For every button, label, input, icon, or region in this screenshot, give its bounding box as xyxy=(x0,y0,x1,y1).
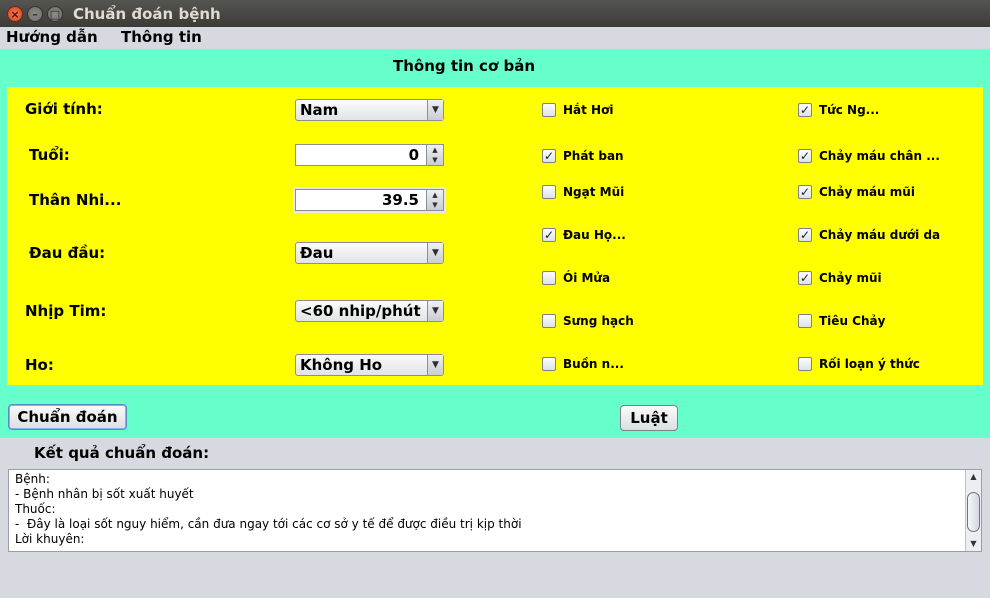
cough-label: Ho: xyxy=(25,356,54,374)
symptom-sneeze[interactable]: Hắt Hơi xyxy=(542,101,613,119)
result-line: Thuốc: xyxy=(15,502,56,516)
checkbox-icon[interactable] xyxy=(542,185,556,199)
symptom-gum-bleeding[interactable]: ✓ Chảy máu chân ... xyxy=(798,147,940,165)
spin-up-icon[interactable]: ▲ xyxy=(427,190,443,200)
symptom-label: Tiêu Chảy xyxy=(819,314,886,328)
symptom-stuffy-nose[interactable]: Ngạt Mũi xyxy=(542,183,624,201)
checkbox-icon[interactable] xyxy=(542,357,556,371)
menu-thong-tin[interactable]: Thông tin xyxy=(121,28,202,46)
result-line: - Đây là loại sốt nguy hiểm, cần đưa nga… xyxy=(15,517,522,531)
symptom-label: Chảy mũi xyxy=(819,271,882,285)
gender-label: Giới tính: xyxy=(25,100,103,118)
temperature-spinner[interactable]: 39.5 ▲ ▼ xyxy=(295,189,444,211)
section-title: Thông tin cơ bản xyxy=(392,57,536,75)
rules-button[interactable]: Luật xyxy=(620,405,678,431)
symptom-label: Chảy máu mũi xyxy=(819,185,915,199)
age-spinner[interactable]: 0 ▲ ▼ xyxy=(295,144,444,166)
spin-up-icon[interactable]: ▲ xyxy=(427,145,443,155)
symptom-consciousness-disorder[interactable]: Rối loạn ý thức xyxy=(798,355,920,373)
heart-rate-label: Nhịp Tim: xyxy=(25,302,107,320)
symptom-label: Buồn n... xyxy=(563,357,624,371)
menu-huong-dan[interactable]: Hướng dẫn xyxy=(6,28,98,46)
checkbox-icon[interactable] xyxy=(798,357,812,371)
gender-value: Nam xyxy=(300,101,339,119)
symptom-label: Đau Họ... xyxy=(563,228,626,242)
symptom-vomit[interactable]: Ói Mửa xyxy=(542,269,610,287)
checkbox-icon[interactable]: ✓ xyxy=(798,103,812,117)
gender-select[interactable]: Nam ▼ xyxy=(295,99,444,121)
symptom-subcutaneous-bleeding[interactable]: ✓ Chảy máu dưới da xyxy=(798,226,940,244)
symptom-label: Sưng hạch xyxy=(563,314,634,328)
checkbox-icon[interactable]: ✓ xyxy=(798,228,812,242)
symptom-nosebleed[interactable]: ✓ Chảy máu mũi xyxy=(798,183,915,201)
symptom-label: Chảy máu dưới da xyxy=(819,228,941,242)
window-title: Chuẩn đoán bệnh xyxy=(73,5,221,23)
chevron-down-icon: ▼ xyxy=(427,243,443,263)
minimize-window-button[interactable]: – xyxy=(27,6,43,22)
scroll-down-icon[interactable]: ▼ xyxy=(966,538,981,550)
symptom-rash[interactable]: ✓ Phát ban xyxy=(542,147,624,165)
heart-rate-value: <60 nhip/phút xyxy=(300,302,421,320)
headache-select[interactable]: Đau ▼ xyxy=(295,242,444,264)
title-bar: × – □ Chuẩn đoán bệnh xyxy=(0,0,990,27)
spinner-buttons[interactable]: ▲ ▼ xyxy=(426,145,443,165)
checkbox-icon[interactable] xyxy=(542,103,556,117)
symptom-sore-throat[interactable]: ✓ Đau Họ... xyxy=(542,226,626,244)
result-textarea[interactable]: Bệnh: - Bệnh nhân bị sốt xuất huyết Thuố… xyxy=(8,469,982,552)
temperature-label: Thân Nhi... xyxy=(29,191,122,209)
checkbox-icon[interactable]: ✓ xyxy=(798,271,812,285)
result-line: Bệnh: xyxy=(15,472,50,486)
cough-select[interactable]: Không Ho ▼ xyxy=(295,354,444,376)
temperature-value: 39.5 xyxy=(381,191,419,209)
result-line: - Bệnh nhân bị sốt xuất huyết xyxy=(15,487,194,501)
checkbox-icon[interactable] xyxy=(542,271,556,285)
symptom-runny-nose[interactable]: ✓ Chảy mũi xyxy=(798,269,882,287)
age-value: 0 xyxy=(408,146,419,164)
heart-rate-select[interactable]: <60 nhip/phút ▼ xyxy=(295,300,444,322)
menu-bar: Hướng dẫn Thông tin xyxy=(0,27,990,49)
checkbox-icon[interactable]: ✓ xyxy=(798,185,812,199)
symptom-label: Ngạt Mũi xyxy=(563,185,625,199)
maximize-window-button[interactable]: □ xyxy=(47,6,63,22)
checkbox-icon[interactable]: ✓ xyxy=(542,149,556,163)
checkbox-icon[interactable]: ✓ xyxy=(798,149,812,163)
checkbox-icon[interactable] xyxy=(542,314,556,328)
vertical-scrollbar[interactable]: ▲ ▼ xyxy=(965,470,981,551)
symptom-label: Phát ban xyxy=(563,149,624,163)
scrollbar-thumb[interactable] xyxy=(967,492,980,532)
symptom-label: Hắt Hơi xyxy=(563,103,614,117)
symptom-label: Rối loạn ý thức xyxy=(819,357,920,371)
checkbox-icon[interactable]: ✓ xyxy=(542,228,556,242)
cough-value: Không Ho xyxy=(300,356,383,374)
headache-label: Đau đầu: xyxy=(29,244,106,262)
headache-value: Đau xyxy=(300,244,334,262)
scroll-up-icon[interactable]: ▲ xyxy=(966,471,981,483)
form-area: Giới tính: Nam ▼ Tuổi: 0 ▲ ▼ Thân Nhi...… xyxy=(7,87,983,385)
spin-down-icon[interactable]: ▼ xyxy=(427,155,443,165)
symptom-nausea[interactable]: Buồn n... xyxy=(542,355,624,373)
symptom-chest-tightness[interactable]: ✓ Tức Ng... xyxy=(798,101,879,119)
symptom-label: Ói Mửa xyxy=(563,271,611,285)
age-label: Tuổi: xyxy=(29,146,70,164)
chevron-down-icon: ▼ xyxy=(427,100,443,120)
result-label: Kết quả chuẩn đoán: xyxy=(34,444,210,462)
spin-down-icon[interactable]: ▼ xyxy=(427,200,443,210)
symptom-label: Chảy máu chân ... xyxy=(819,149,940,163)
symptom-swollen-glands[interactable]: Sưng hạch xyxy=(542,312,634,330)
chevron-down-icon: ▼ xyxy=(427,355,443,375)
result-line: Lời khuyên: xyxy=(15,532,85,546)
symptom-diarrhea[interactable]: Tiêu Chảy xyxy=(798,312,885,330)
symptom-label: Tức Ng... xyxy=(819,103,880,117)
chevron-down-icon: ▼ xyxy=(427,301,443,321)
spinner-buttons[interactable]: ▲ ▼ xyxy=(426,190,443,210)
checkbox-icon[interactable] xyxy=(798,314,812,328)
diagnose-button[interactable]: Chuẩn đoán xyxy=(8,404,127,430)
close-window-button[interactable]: × xyxy=(7,6,23,22)
